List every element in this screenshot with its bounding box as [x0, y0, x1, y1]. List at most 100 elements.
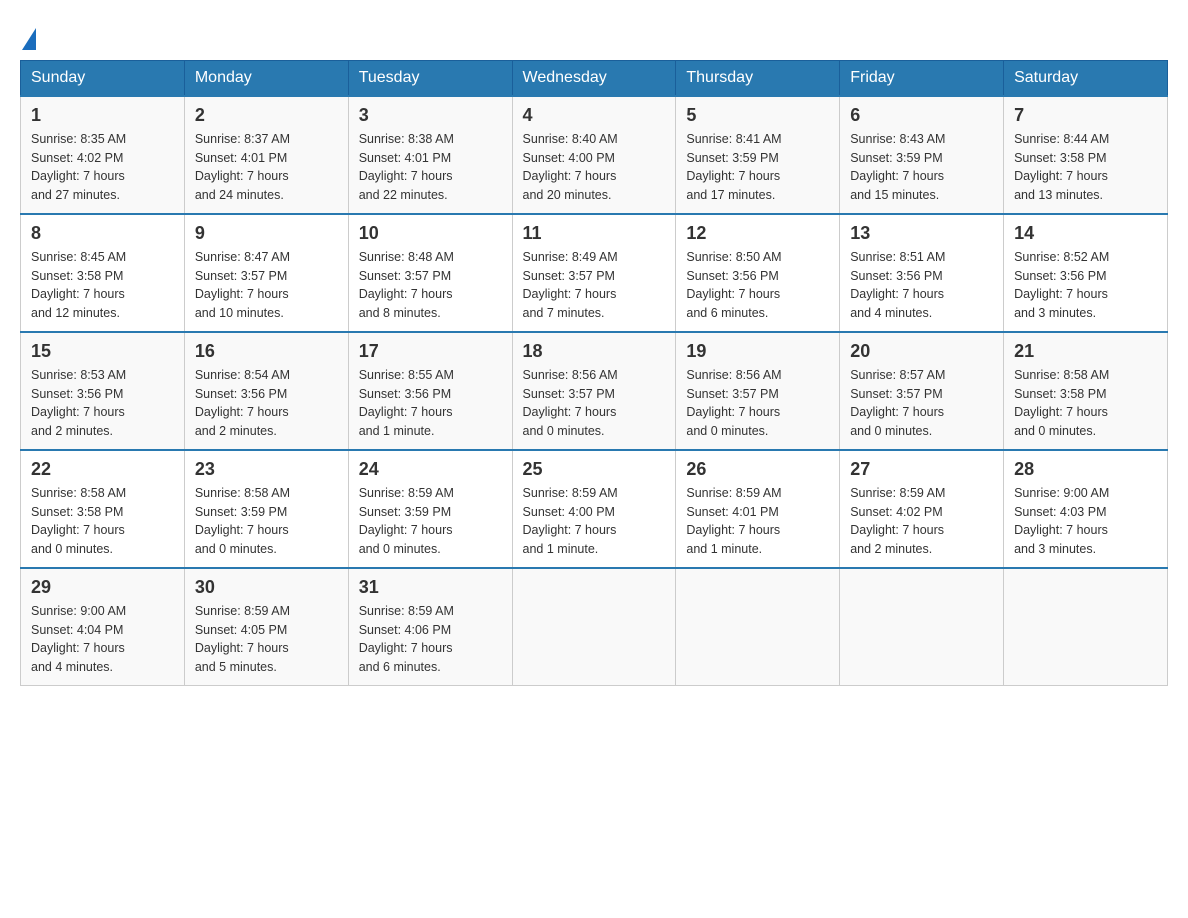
- day-cell: 29 Sunrise: 9:00 AMSunset: 4:04 PMDaylig…: [21, 568, 185, 686]
- day-number: 30: [195, 577, 338, 598]
- week-row-4: 22 Sunrise: 8:58 AMSunset: 3:58 PMDaylig…: [21, 450, 1168, 568]
- day-cell: 11 Sunrise: 8:49 AMSunset: 3:57 PMDaylig…: [512, 214, 676, 332]
- day-info: Sunrise: 8:59 AMSunset: 4:00 PMDaylight:…: [523, 486, 618, 556]
- day-cell: 28 Sunrise: 9:00 AMSunset: 4:03 PMDaylig…: [1004, 450, 1168, 568]
- day-cell: 19 Sunrise: 8:56 AMSunset: 3:57 PMDaylig…: [676, 332, 840, 450]
- day-number: 10: [359, 223, 502, 244]
- day-cell: 24 Sunrise: 8:59 AMSunset: 3:59 PMDaylig…: [348, 450, 512, 568]
- day-cell: 9 Sunrise: 8:47 AMSunset: 3:57 PMDayligh…: [184, 214, 348, 332]
- day-info: Sunrise: 8:53 AMSunset: 3:56 PMDaylight:…: [31, 368, 126, 438]
- day-number: 6: [850, 105, 993, 126]
- day-number: 8: [31, 223, 174, 244]
- day-info: Sunrise: 8:41 AMSunset: 3:59 PMDaylight:…: [686, 132, 781, 202]
- weekday-header-tuesday: Tuesday: [348, 60, 512, 96]
- day-cell: 18 Sunrise: 8:56 AMSunset: 3:57 PMDaylig…: [512, 332, 676, 450]
- weekday-header-friday: Friday: [840, 60, 1004, 96]
- day-number: 11: [523, 223, 666, 244]
- day-cell: 7 Sunrise: 8:44 AMSunset: 3:58 PMDayligh…: [1004, 96, 1168, 214]
- day-number: 2: [195, 105, 338, 126]
- day-cell: 2 Sunrise: 8:37 AMSunset: 4:01 PMDayligh…: [184, 96, 348, 214]
- day-number: 27: [850, 459, 993, 480]
- day-cell: 26 Sunrise: 8:59 AMSunset: 4:01 PMDaylig…: [676, 450, 840, 568]
- day-info: Sunrise: 8:58 AMSunset: 3:59 PMDaylight:…: [195, 486, 290, 556]
- day-number: 23: [195, 459, 338, 480]
- day-cell: [676, 568, 840, 686]
- day-number: 5: [686, 105, 829, 126]
- day-number: 16: [195, 341, 338, 362]
- day-cell: 20 Sunrise: 8:57 AMSunset: 3:57 PMDaylig…: [840, 332, 1004, 450]
- day-number: 22: [31, 459, 174, 480]
- week-row-3: 15 Sunrise: 8:53 AMSunset: 3:56 PMDaylig…: [21, 332, 1168, 450]
- day-info: Sunrise: 8:59 AMSunset: 4:06 PMDaylight:…: [359, 604, 454, 674]
- day-info: Sunrise: 8:37 AMSunset: 4:01 PMDaylight:…: [195, 132, 290, 202]
- day-number: 20: [850, 341, 993, 362]
- day-info: Sunrise: 8:56 AMSunset: 3:57 PMDaylight:…: [686, 368, 781, 438]
- day-number: 14: [1014, 223, 1157, 244]
- day-info: Sunrise: 8:59 AMSunset: 4:05 PMDaylight:…: [195, 604, 290, 674]
- day-cell: 22 Sunrise: 8:58 AMSunset: 3:58 PMDaylig…: [21, 450, 185, 568]
- day-cell: 31 Sunrise: 8:59 AMSunset: 4:06 PMDaylig…: [348, 568, 512, 686]
- day-cell: 25 Sunrise: 8:59 AMSunset: 4:00 PMDaylig…: [512, 450, 676, 568]
- day-cell: 1 Sunrise: 8:35 AMSunset: 4:02 PMDayligh…: [21, 96, 185, 214]
- weekday-header-saturday: Saturday: [1004, 60, 1168, 96]
- day-info: Sunrise: 9:00 AMSunset: 4:04 PMDaylight:…: [31, 604, 126, 674]
- day-number: 29: [31, 577, 174, 598]
- day-cell: 8 Sunrise: 8:45 AMSunset: 3:58 PMDayligh…: [21, 214, 185, 332]
- weekday-header-wednesday: Wednesday: [512, 60, 676, 96]
- day-cell: 4 Sunrise: 8:40 AMSunset: 4:00 PMDayligh…: [512, 96, 676, 214]
- day-cell: 13 Sunrise: 8:51 AMSunset: 3:56 PMDaylig…: [840, 214, 1004, 332]
- day-info: Sunrise: 8:49 AMSunset: 3:57 PMDaylight:…: [523, 250, 618, 320]
- day-number: 26: [686, 459, 829, 480]
- day-cell: 27 Sunrise: 8:59 AMSunset: 4:02 PMDaylig…: [840, 450, 1004, 568]
- day-cell: 12 Sunrise: 8:50 AMSunset: 3:56 PMDaylig…: [676, 214, 840, 332]
- day-cell: 3 Sunrise: 8:38 AMSunset: 4:01 PMDayligh…: [348, 96, 512, 214]
- day-info: Sunrise: 8:48 AMSunset: 3:57 PMDaylight:…: [359, 250, 454, 320]
- week-row-2: 8 Sunrise: 8:45 AMSunset: 3:58 PMDayligh…: [21, 214, 1168, 332]
- day-number: 28: [1014, 459, 1157, 480]
- day-number: 13: [850, 223, 993, 244]
- day-number: 12: [686, 223, 829, 244]
- day-info: Sunrise: 8:59 AMSunset: 3:59 PMDaylight:…: [359, 486, 454, 556]
- day-info: Sunrise: 8:45 AMSunset: 3:58 PMDaylight:…: [31, 250, 126, 320]
- day-info: Sunrise: 8:47 AMSunset: 3:57 PMDaylight:…: [195, 250, 290, 320]
- day-cell: 14 Sunrise: 8:52 AMSunset: 3:56 PMDaylig…: [1004, 214, 1168, 332]
- day-cell: [840, 568, 1004, 686]
- day-cell: [512, 568, 676, 686]
- day-number: 9: [195, 223, 338, 244]
- day-number: 25: [523, 459, 666, 480]
- day-number: 21: [1014, 341, 1157, 362]
- day-info: Sunrise: 8:51 AMSunset: 3:56 PMDaylight:…: [850, 250, 945, 320]
- day-number: 3: [359, 105, 502, 126]
- day-info: Sunrise: 8:38 AMSunset: 4:01 PMDaylight:…: [359, 132, 454, 202]
- calendar-table: SundayMondayTuesdayWednesdayThursdayFrid…: [20, 60, 1168, 686]
- day-info: Sunrise: 8:35 AMSunset: 4:02 PMDaylight:…: [31, 132, 126, 202]
- day-info: Sunrise: 8:54 AMSunset: 3:56 PMDaylight:…: [195, 368, 290, 438]
- day-info: Sunrise: 8:55 AMSunset: 3:56 PMDaylight:…: [359, 368, 454, 438]
- logo-triangle-icon: [22, 28, 36, 50]
- day-cell: 30 Sunrise: 8:59 AMSunset: 4:05 PMDaylig…: [184, 568, 348, 686]
- day-number: 18: [523, 341, 666, 362]
- day-info: Sunrise: 8:57 AMSunset: 3:57 PMDaylight:…: [850, 368, 945, 438]
- weekday-header-monday: Monday: [184, 60, 348, 96]
- day-cell: 5 Sunrise: 8:41 AMSunset: 3:59 PMDayligh…: [676, 96, 840, 214]
- day-number: 17: [359, 341, 502, 362]
- logo: [20, 20, 36, 50]
- day-number: 31: [359, 577, 502, 598]
- day-info: Sunrise: 8:58 AMSunset: 3:58 PMDaylight:…: [31, 486, 126, 556]
- weekday-header-row: SundayMondayTuesdayWednesdayThursdayFrid…: [21, 60, 1168, 96]
- day-info: Sunrise: 8:59 AMSunset: 4:01 PMDaylight:…: [686, 486, 781, 556]
- day-info: Sunrise: 9:00 AMSunset: 4:03 PMDaylight:…: [1014, 486, 1109, 556]
- day-info: Sunrise: 8:58 AMSunset: 3:58 PMDaylight:…: [1014, 368, 1109, 438]
- day-cell: 21 Sunrise: 8:58 AMSunset: 3:58 PMDaylig…: [1004, 332, 1168, 450]
- day-info: Sunrise: 8:59 AMSunset: 4:02 PMDaylight:…: [850, 486, 945, 556]
- day-cell: 23 Sunrise: 8:58 AMSunset: 3:59 PMDaylig…: [184, 450, 348, 568]
- day-info: Sunrise: 8:52 AMSunset: 3:56 PMDaylight:…: [1014, 250, 1109, 320]
- day-number: 1: [31, 105, 174, 126]
- day-number: 19: [686, 341, 829, 362]
- day-cell: 6 Sunrise: 8:43 AMSunset: 3:59 PMDayligh…: [840, 96, 1004, 214]
- week-row-1: 1 Sunrise: 8:35 AMSunset: 4:02 PMDayligh…: [21, 96, 1168, 214]
- day-cell: 16 Sunrise: 8:54 AMSunset: 3:56 PMDaylig…: [184, 332, 348, 450]
- day-info: Sunrise: 8:43 AMSunset: 3:59 PMDaylight:…: [850, 132, 945, 202]
- day-info: Sunrise: 8:50 AMSunset: 3:56 PMDaylight:…: [686, 250, 781, 320]
- day-number: 15: [31, 341, 174, 362]
